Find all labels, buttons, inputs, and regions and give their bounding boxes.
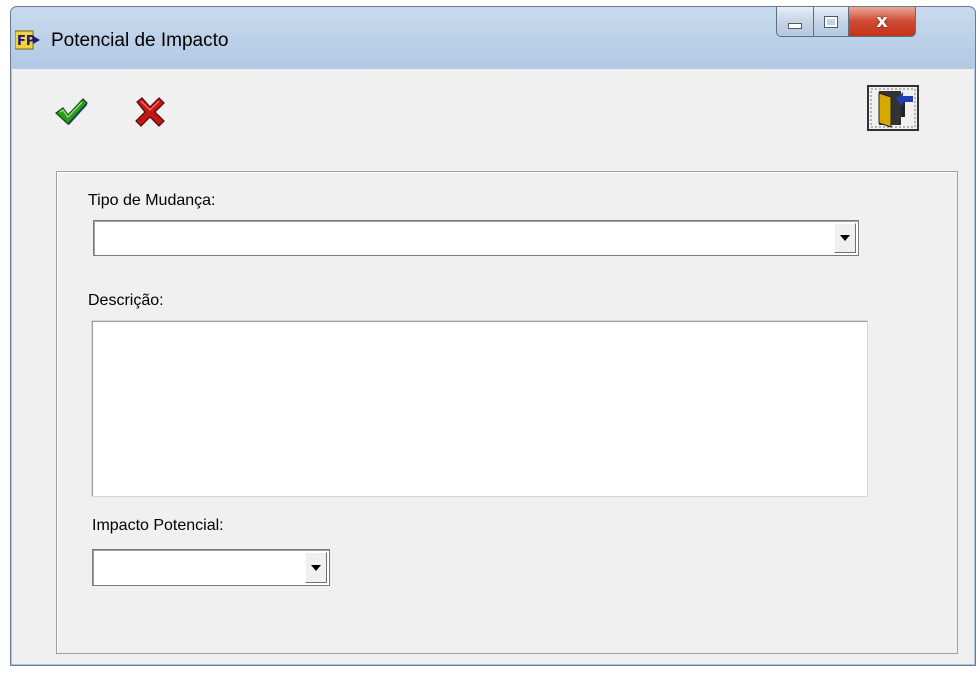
minimize-button[interactable] (776, 7, 814, 37)
descricao-label: Descrição: (88, 292, 164, 309)
maximize-icon (824, 15, 838, 28)
exit-door-icon[interactable] (867, 85, 919, 131)
red-x-icon[interactable] (133, 95, 167, 129)
tipo-mudanca-label: Tipo de Mudança: (88, 192, 216, 209)
chevron-down-icon (840, 235, 850, 241)
maximize-button[interactable] (813, 7, 849, 37)
dialog-window: FP Potencial de Impacto x Tipo de Mudanç… (10, 6, 976, 666)
chevron-down-icon (311, 564, 321, 571)
close-button[interactable]: x (848, 7, 916, 37)
impacto-potencial-dropdown-button[interactable] (305, 552, 327, 583)
form-panel: Tipo de Mudança: Descrição: Impacto Pote… (56, 171, 958, 654)
svg-text:FP: FP (17, 34, 35, 49)
tipo-mudanca-select[interactable] (93, 220, 859, 256)
impacto-potencial-label: Impacto Potencial: (92, 517, 224, 534)
minimize-icon (788, 22, 802, 29)
descricao-textarea[interactable] (91, 320, 868, 497)
fp-app-icon: FP (15, 30, 40, 50)
impacto-potencial-select[interactable] (92, 549, 330, 586)
window-title: Potencial de Impacto (51, 30, 229, 51)
tipo-mudanca-dropdown-button[interactable] (834, 223, 856, 253)
title-bar[interactable]: FP Potencial de Impacto x (11, 7, 975, 69)
close-icon: x (876, 11, 888, 32)
dialog-client-area: Tipo de Mudança: Descrição: Impacto Pote… (12, 69, 974, 664)
checkmark-icon[interactable] (54, 97, 88, 125)
